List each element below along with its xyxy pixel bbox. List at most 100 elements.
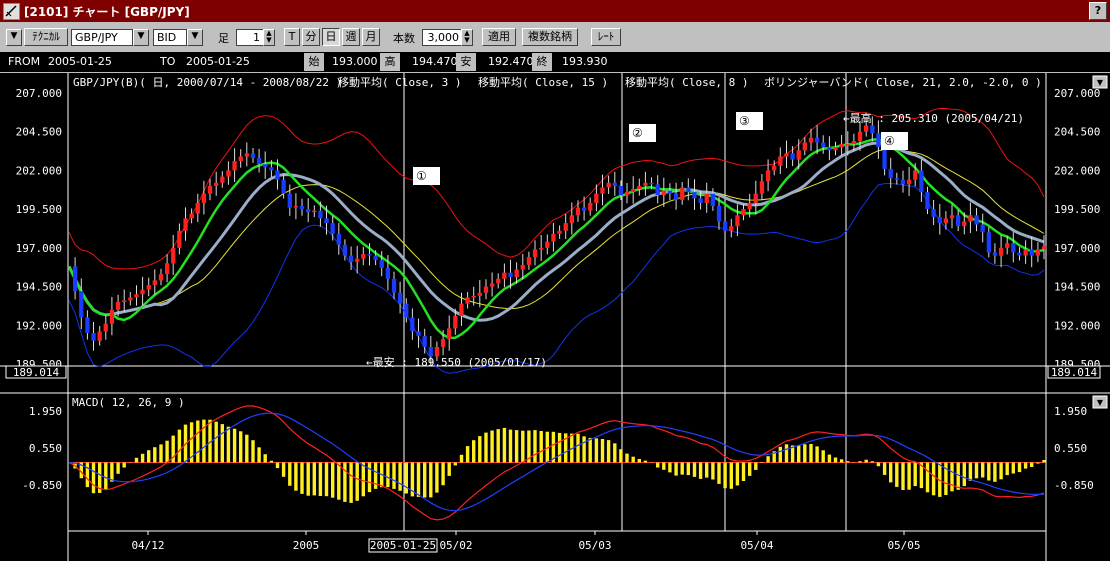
menu-dropdown-button[interactable]: ▼ <box>6 29 22 46</box>
price-type-select[interactable]: BID <box>153 29 187 46</box>
close-label: 終 <box>532 53 552 71</box>
candle <box>949 215 955 219</box>
candle <box>416 331 421 337</box>
candle <box>275 170 280 180</box>
technical-button[interactable]: ﾃｸﾆｶﾙ <box>24 28 68 46</box>
apply-button[interactable]: 適用 <box>482 28 516 46</box>
candle <box>594 193 599 203</box>
candle <box>649 182 654 185</box>
interval-input[interactable]: 1 <box>236 29 264 46</box>
macd-tick-label-right: 1.950 <box>1054 405 1087 418</box>
y-tick-label-right: 202.000 <box>1054 164 1100 177</box>
candle <box>833 147 838 151</box>
candle <box>422 336 427 347</box>
candle <box>146 285 151 290</box>
candle <box>747 202 752 210</box>
candle <box>299 206 305 210</box>
chart-area[interactable]: 207.000 207.000 204.500 204.500 202.000 202.0… <box>0 73 1110 561</box>
high-label: 高 <box>380 53 400 71</box>
candle <box>925 192 930 210</box>
candle <box>122 300 127 302</box>
app-icon <box>3 3 20 20</box>
candle <box>324 218 329 223</box>
candle <box>152 280 157 285</box>
price-type-dropdown-button[interactable]: ▼ <box>187 29 203 46</box>
candle <box>140 289 145 295</box>
candle <box>220 176 225 183</box>
marker-2: ② <box>632 126 643 140</box>
candle <box>471 295 476 298</box>
candle <box>348 255 354 262</box>
candle <box>453 316 458 329</box>
high-value: 194.470 <box>412 55 458 68</box>
candle <box>171 247 176 264</box>
candle <box>759 181 765 194</box>
candle <box>962 221 967 227</box>
candle <box>888 168 893 179</box>
macd-tick-label-left: 0.550 <box>29 442 62 455</box>
candle <box>882 147 887 169</box>
candle <box>808 137 814 143</box>
chevron-down-icon: ▼ <box>137 31 145 41</box>
interval-label: 足 <box>218 32 229 45</box>
candle <box>287 193 292 208</box>
count-spinner[interactable]: ▲ ▼ <box>461 29 473 46</box>
low-annotation: ←最安 : 189.550 (2005/01/17) <box>366 355 547 369</box>
macd-header: MACD( 12, 26, 9 ) <box>72 396 185 409</box>
y-tick-label-left: 204.500 <box>16 126 62 139</box>
count-input[interactable]: 3,000 <box>422 29 462 46</box>
candle <box>165 263 170 275</box>
chevron-down-icon: ▼ <box>191 31 199 41</box>
candle <box>508 272 513 278</box>
candle <box>741 209 746 216</box>
candle <box>477 292 482 296</box>
candle <box>551 233 556 242</box>
candle <box>97 331 102 341</box>
candle <box>250 153 256 158</box>
candle <box>802 142 807 151</box>
candle <box>753 193 758 203</box>
candle <box>710 193 715 207</box>
marker-1: ① <box>416 169 427 183</box>
candle <box>704 193 709 203</box>
close-value: 193.930 <box>562 55 608 68</box>
rate-button[interactable]: ﾚｰﾄ <box>591 28 621 46</box>
candle <box>256 158 262 165</box>
candle <box>1029 249 1034 256</box>
y-tick-label-right: 192.000 <box>1054 319 1100 332</box>
candle <box>606 182 611 188</box>
period-month-button[interactable]: 月 <box>362 28 380 46</box>
x-tick-label: 2005 <box>293 539 320 552</box>
candle <box>183 218 188 231</box>
period-day-button[interactable]: 日 <box>322 28 340 46</box>
x-tick-label: 04/12 <box>131 539 164 552</box>
low-value: 192.470 <box>488 55 534 68</box>
candle <box>588 202 593 211</box>
candle <box>643 182 648 186</box>
multi-symbol-button[interactable]: 複数銘柄 <box>522 28 578 46</box>
from-label: FROM <box>8 55 41 68</box>
candle <box>312 210 317 213</box>
y-tick-label-right: 207.000 <box>1054 87 1100 100</box>
period-t-button[interactable]: T <box>284 28 300 46</box>
candle <box>177 230 182 248</box>
candle <box>238 156 243 162</box>
candle <box>109 309 115 324</box>
help-button[interactable]: ? <box>1089 2 1107 20</box>
candle <box>1041 246 1047 250</box>
symbol-dropdown-button[interactable]: ▼ <box>133 29 149 46</box>
macd-tick-label-right: 0.550 <box>1054 442 1087 455</box>
symbol-select[interactable]: GBP/JPY <box>71 29 133 46</box>
y-tick-label-left: 199.500 <box>16 203 62 216</box>
period-minute-button[interactable]: 分 <box>302 28 320 46</box>
candle <box>870 125 875 134</box>
candle <box>526 257 532 265</box>
candle <box>520 264 525 270</box>
candle <box>723 221 728 231</box>
period-week-button[interactable]: 週 <box>342 28 360 46</box>
interval-spinner[interactable]: ▲ ▼ <box>263 29 275 46</box>
candle <box>545 241 550 248</box>
open-value: 193.000 <box>332 55 378 68</box>
candle <box>532 249 538 258</box>
candle <box>1017 252 1022 256</box>
